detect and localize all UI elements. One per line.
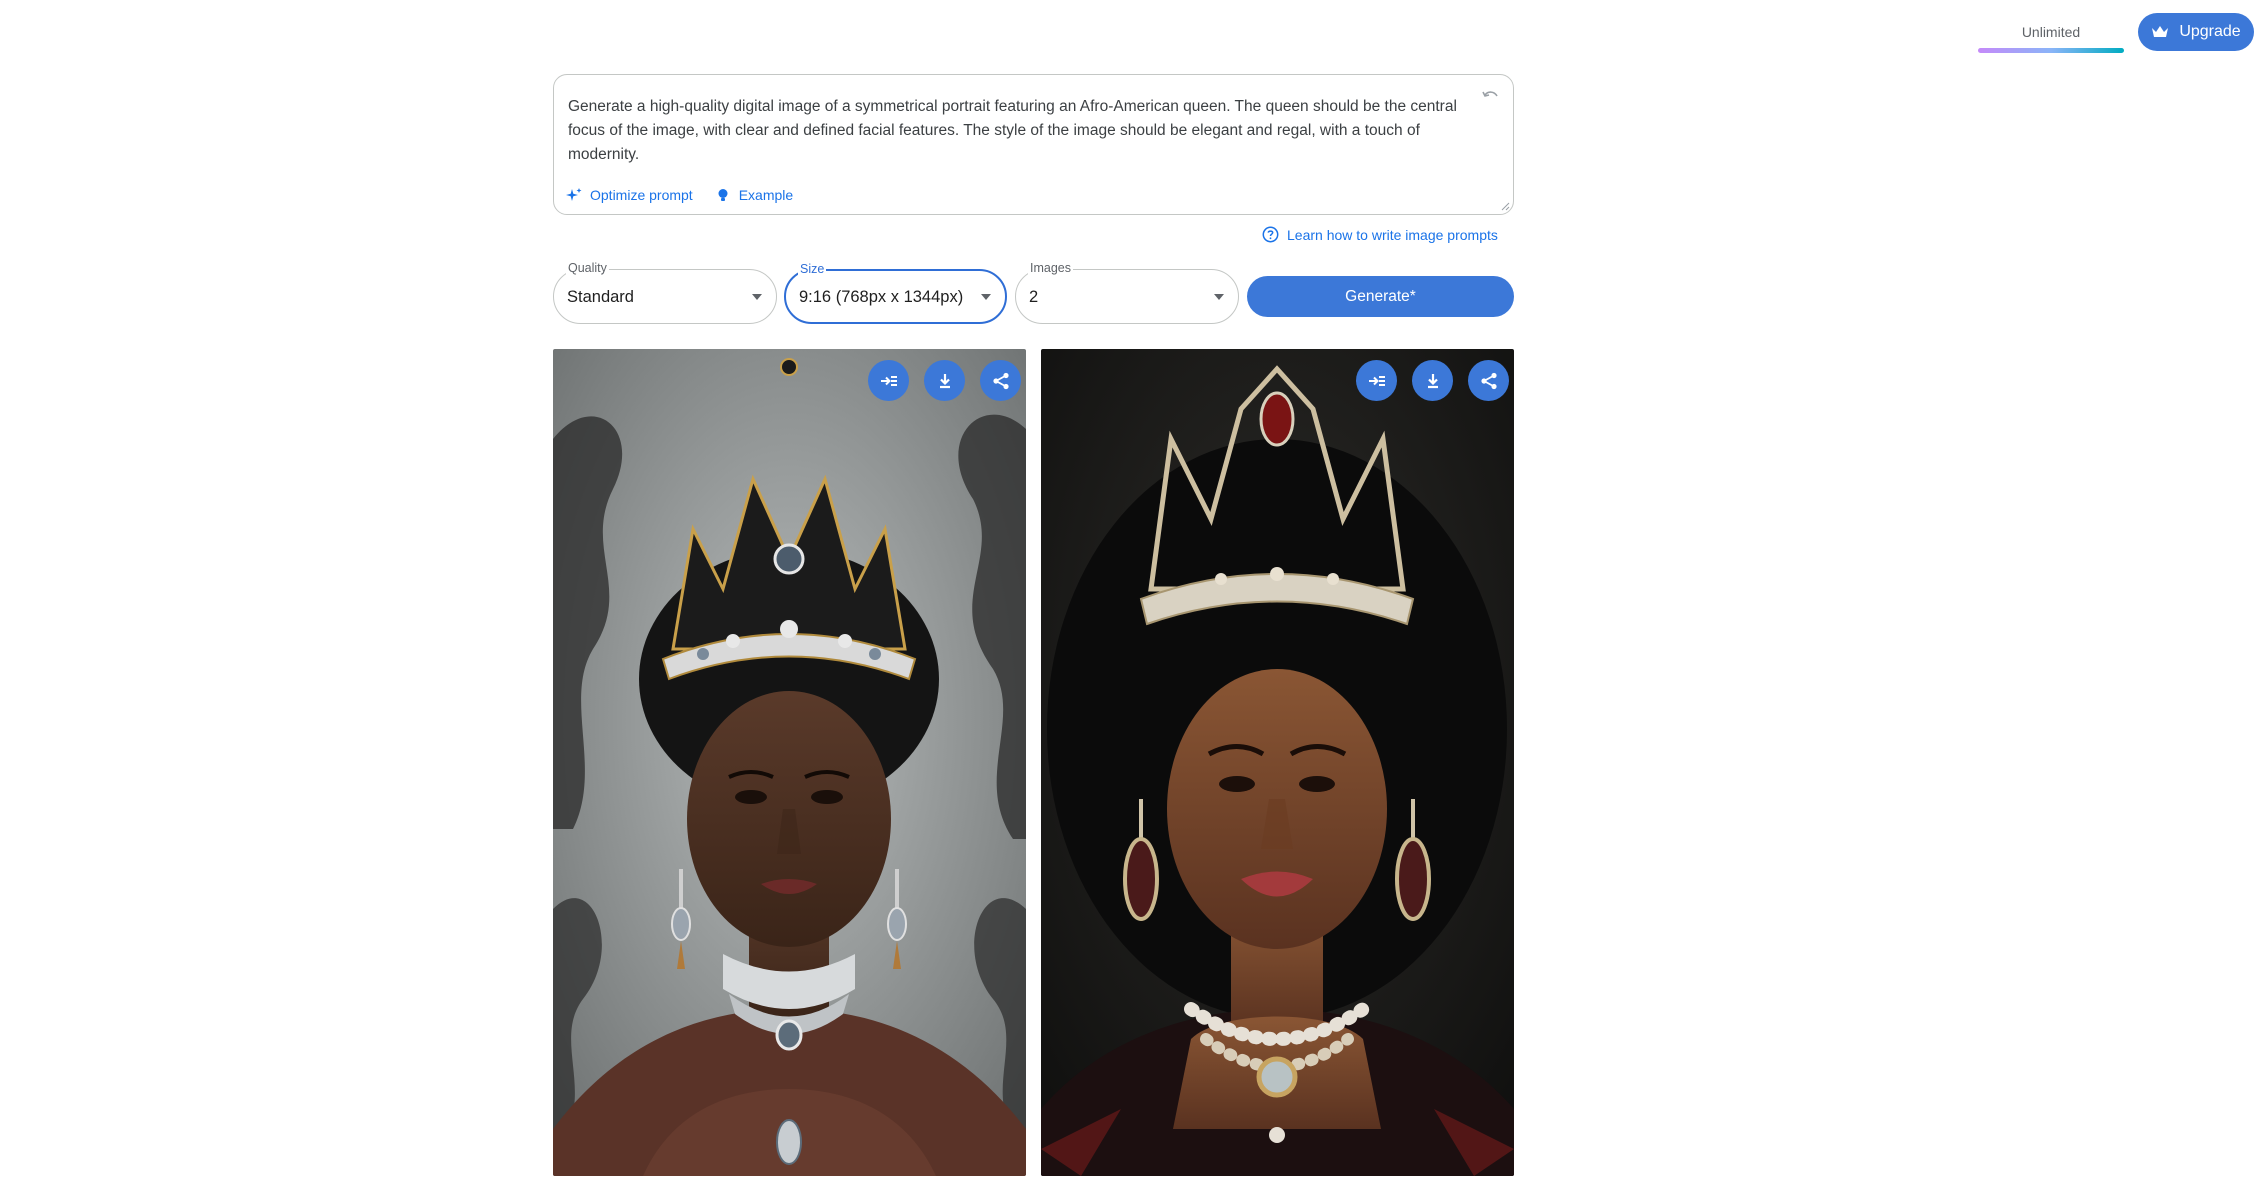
share-button[interactable]: [1468, 360, 1509, 401]
usage-bar: [1978, 48, 2124, 53]
download-icon: [939, 373, 950, 388]
download-button[interactable]: [1412, 360, 1453, 401]
quality-select[interactable]: Quality Standard: [553, 261, 777, 324]
quality-value: Standard: [567, 288, 634, 306]
insert-button[interactable]: [1356, 360, 1397, 401]
portrait-queen-1-image: [553, 349, 1026, 1176]
result-image-1[interactable]: [553, 349, 1026, 1176]
optimize-prompt-label: Optimize prompt: [590, 187, 693, 203]
chevron-down-icon: [752, 294, 762, 300]
share-button[interactable]: [980, 360, 1021, 401]
image-actions: [868, 360, 1021, 401]
crown-icon: [2152, 26, 2169, 37]
download-icon: [1427, 373, 1438, 388]
sparkle-icon: [566, 188, 582, 201]
images-value: 2: [1029, 288, 1039, 306]
generate-button[interactable]: Generate*: [1247, 276, 1514, 317]
size-value: 9:16 (768px x 1344px): [799, 288, 964, 306]
share-icon: [992, 372, 1009, 389]
images-count-select[interactable]: Images 2: [1015, 261, 1239, 324]
image-generator-page: Unlimited Upgrade Generate a high-qualit…: [0, 0, 2265, 1203]
image-actions: [1356, 360, 1509, 401]
images-label: Images: [1028, 261, 1073, 275]
example-button[interactable]: Example: [715, 187, 793, 203]
download-button[interactable]: [924, 360, 965, 401]
share-icon: [1480, 372, 1497, 389]
prompt-actions: Optimize prompt Example: [566, 187, 793, 203]
result-image-2[interactable]: [1041, 349, 1514, 1176]
help-circle-icon: [1262, 226, 1279, 243]
undo-icon[interactable]: [1481, 89, 1499, 103]
chevron-down-icon: [981, 294, 991, 300]
learn-prompts-link[interactable]: Learn how to write image prompts: [1262, 226, 1498, 243]
prompt-text[interactable]: Generate a high-quality digital image of…: [568, 95, 1468, 167]
usage-label: Unlimited: [2021, 24, 2081, 40]
upgrade-label: Upgrade: [2179, 23, 2241, 40]
size-label: Size: [798, 262, 827, 276]
optimize-prompt-button[interactable]: Optimize prompt: [566, 187, 693, 203]
insert-icon: [880, 375, 897, 386]
portrait-queen-2-image: [1041, 349, 1514, 1176]
usage-indicator: Unlimited: [1978, 24, 2124, 53]
insert-button[interactable]: [868, 360, 909, 401]
example-label: Example: [738, 187, 794, 203]
insert-icon: [1368, 375, 1385, 386]
quality-label: Quality: [566, 261, 609, 275]
upgrade-button[interactable]: Upgrade: [2138, 13, 2254, 51]
resize-handle-icon[interactable]: [1501, 202, 1510, 211]
prompt-textarea[interactable]: Generate a high-quality digital image of…: [553, 74, 1514, 215]
chevron-down-icon: [1214, 294, 1224, 300]
size-select[interactable]: Size 9:16 (768px x 1344px): [784, 262, 1007, 324]
learn-prompts-label: Learn how to write image prompts: [1287, 226, 1498, 243]
lightbulb-icon: [718, 189, 728, 201]
